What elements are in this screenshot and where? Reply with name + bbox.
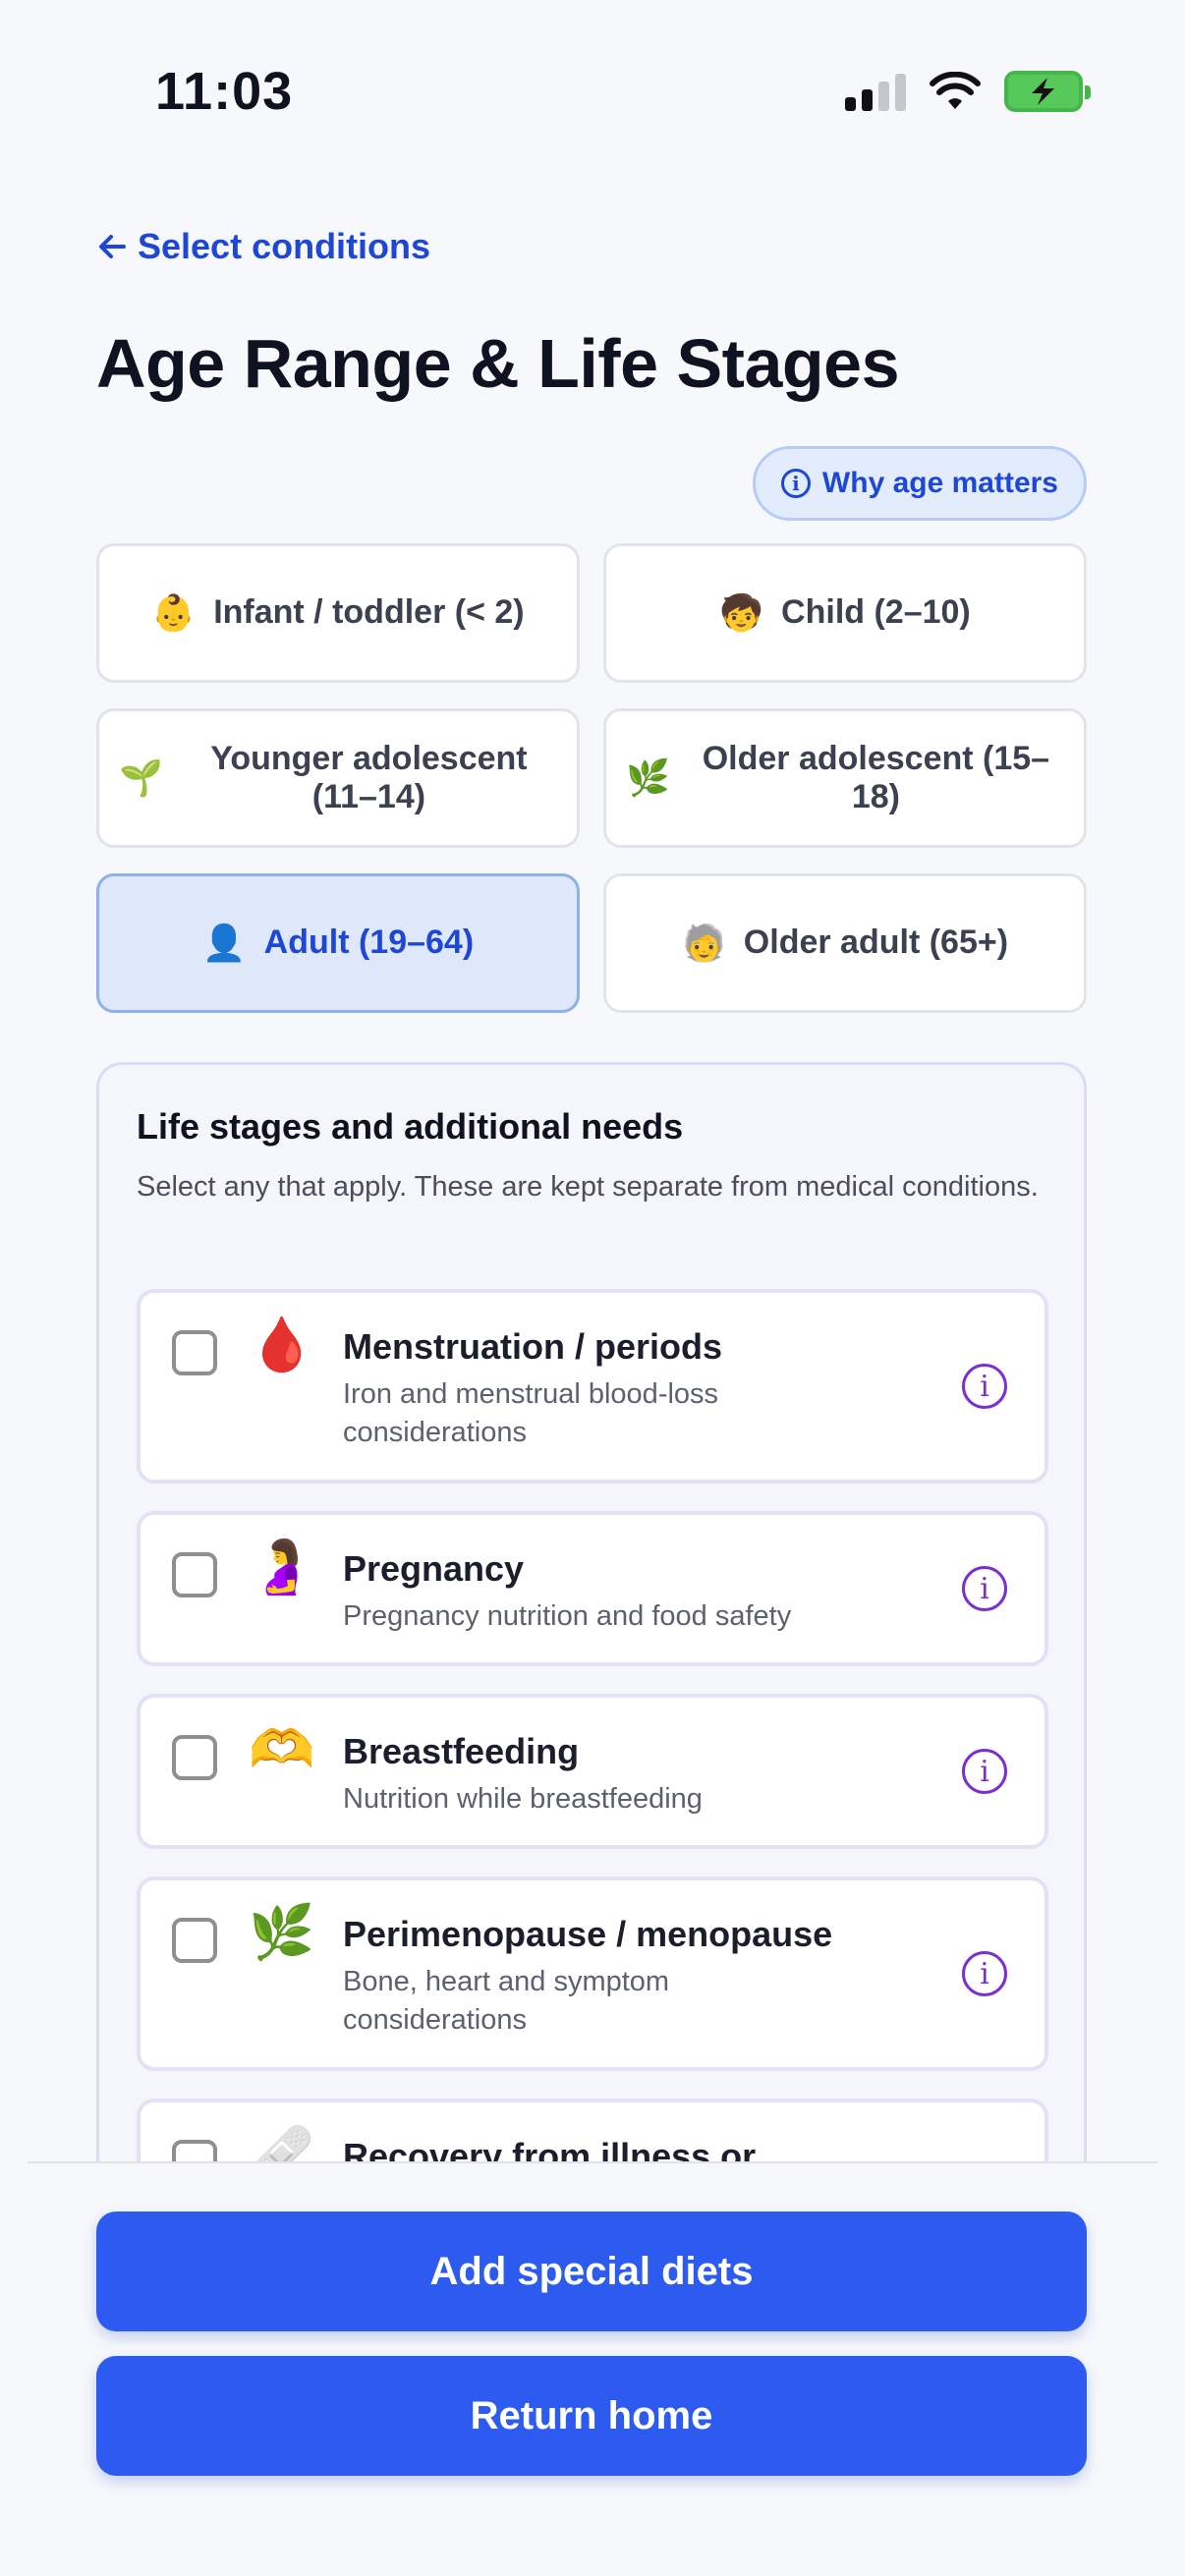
life-stage-menstruation[interactable]: 🩸 Menstruation / periods Iron and menstr… <box>137 1289 1048 1484</box>
checkbox[interactable] <box>172 1918 217 1963</box>
age-range-grid: 👶 Infant / toddler (< 2) 🧒 Child (2–10) … <box>96 543 1087 1013</box>
why-age-matters-label: Why age matters <box>821 467 1058 499</box>
baby-icon: 👶 <box>151 592 197 633</box>
age-option-label: Adult (19–64) <box>263 924 475 962</box>
age-option-label: Older adolescent (15–18) <box>702 739 1050 815</box>
why-age-matters-button[interactable]: i Why age matters <box>752 446 1087 521</box>
info-icon[interactable]: i <box>962 1749 1007 1794</box>
older-person-icon: 🧓 <box>681 923 726 963</box>
status-icons <box>845 71 1091 112</box>
age-option-younger-adolescent[interactable]: 🌱 Younger adolescent (11–14) <box>96 708 580 848</box>
herb-icon: 🌿 <box>249 1903 315 1962</box>
info-icon[interactable]: i <box>962 1566 1007 1611</box>
life-stage-breastfeeding[interactable]: 🫶 Breastfeeding Nutrition while breastfe… <box>137 1694 1048 1849</box>
info-icon[interactable]: i <box>962 1951 1007 1996</box>
age-option-label: Child (2–10) <box>781 593 971 632</box>
life-stage-title: Menstruation / periods <box>343 1326 723 1367</box>
life-stage-title: Perimenopause / menopause <box>343 1914 833 1954</box>
life-stages-subtitle: Select any that apply. These are kept se… <box>137 1171 1039 1203</box>
life-stage-title: Breastfeeding <box>343 1731 580 1771</box>
life-stage-description: Bone, heart and symptom considerations <box>343 1966 670 2036</box>
life-stage-menopause[interactable]: 🌿 Perimenopause / menopause Bone, heart … <box>137 1876 1048 2071</box>
cellular-signal-icon <box>845 72 906 111</box>
age-option-infant[interactable]: 👶 Infant / toddler (< 2) <box>96 543 580 683</box>
blood-drop-icon: 🩸 <box>249 1316 315 1374</box>
life-stage-pregnancy[interactable]: 🤰 Pregnancy Pregnancy nutrition and food… <box>137 1511 1048 1666</box>
wifi-icon <box>930 72 981 109</box>
herb-icon: 🌿 <box>626 757 670 798</box>
age-option-label: Infant / toddler (< 2) <box>213 593 525 632</box>
age-option-older-adult[interactable]: 🧓 Older adult (65+) <box>603 873 1087 1013</box>
life-stage-description: Pregnancy nutrition and food safety <box>343 1600 792 1632</box>
age-option-older-adolescent[interactable]: 🌿 Older adolescent (15–18) <box>603 708 1087 848</box>
screen: 11:03 Select conditions Age Range & Life… <box>0 0 1185 2576</box>
life-stage-title: Pregnancy <box>343 1548 525 1589</box>
checkbox[interactable] <box>172 1735 217 1780</box>
pregnant-woman-icon: 🤰 <box>249 1538 315 1596</box>
age-option-child[interactable]: 🧒 Child (2–10) <box>603 543 1087 683</box>
heart-hands-icon: 🫶 <box>249 1720 315 1779</box>
page-title: Age Range & Life Stages <box>96 325 900 402</box>
back-to-conditions-link[interactable]: Select conditions <box>96 226 430 267</box>
checkbox[interactable] <box>172 1330 217 1375</box>
age-option-label: Older adult (65+) <box>743 924 1009 962</box>
battery-charging-icon <box>1004 71 1091 112</box>
arrow-left-icon <box>99 235 126 258</box>
add-special-diets-button[interactable]: Add special diets <box>96 2212 1087 2331</box>
info-icon: i <box>780 469 811 498</box>
child-icon: 🧒 <box>719 592 764 633</box>
person-silhouette-icon: 👤 <box>201 923 247 963</box>
status-time: 11:03 <box>155 62 294 121</box>
life-stage-description: Iron and menstrual blood-loss considerat… <box>343 1378 719 1448</box>
life-stages-panel: Life stages and additional needs Select … <box>96 1062 1087 2182</box>
life-stage-description: Nutrition while breastfeeding <box>343 1783 703 1815</box>
bottom-actions: Add special diets Return home <box>0 2163 1185 2576</box>
age-option-label: Younger adolescent (11–14) <box>210 739 528 815</box>
return-home-button[interactable]: Return home <box>96 2356 1087 2476</box>
checkbox[interactable] <box>172 1552 217 1597</box>
back-link-label: Select conditions <box>138 226 431 266</box>
info-icon[interactable]: i <box>962 1364 1007 1409</box>
seedling-icon: 🌱 <box>119 757 163 798</box>
life-stages-title: Life stages and additional needs <box>137 1106 684 1147</box>
age-option-adult[interactable]: 👤 Adult (19–64) <box>96 873 580 1013</box>
